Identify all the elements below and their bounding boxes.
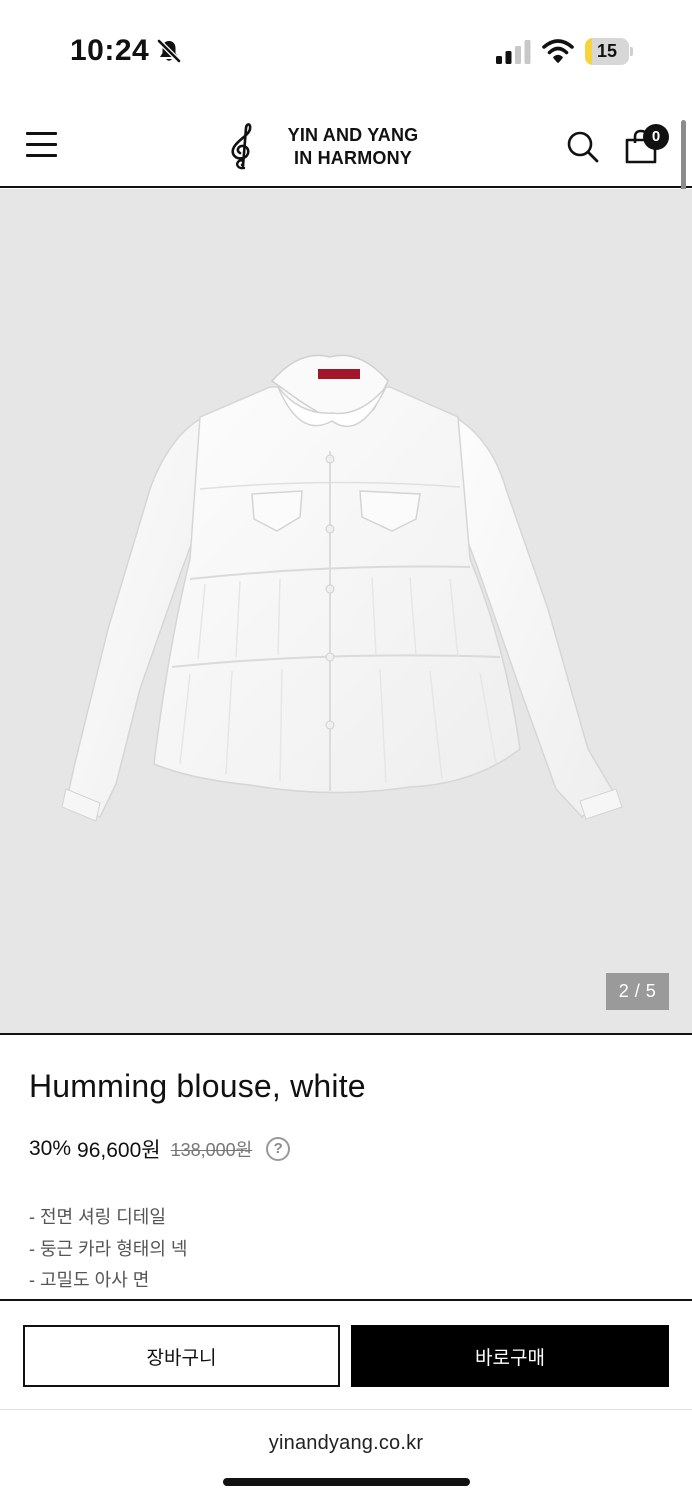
product-title: Humming blouse, white <box>29 1068 366 1104</box>
image-counter: 2 / 5 <box>606 973 669 1010</box>
divider <box>0 1033 692 1035</box>
browser-address-bar[interactable]: yinandyang.co.kr <box>0 1409 692 1500</box>
question-circle-icon[interactable]: ? <box>266 1137 291 1161</box>
feature-item: - 둥근 카라 형태의 넥 <box>29 1238 188 1259</box>
brand-name: YIN AND YANG IN HARMONY <box>278 124 428 170</box>
feature-item: - 전면 셔링 디테일 <box>29 1207 166 1227</box>
cart-count-badge[interactable]: 0 <box>643 124 669 150</box>
sale-price: 96,600원 <box>77 1139 161 1162</box>
home-indicator[interactable] <box>223 1478 470 1486</box>
discount-rate: 30% <box>29 1137 72 1160</box>
url-text[interactable]: yinandyang.co.kr <box>0 1432 692 1455</box>
signal-icon <box>496 40 531 64</box>
original-price: 138,000원 <box>170 1140 253 1160</box>
add-to-cart-button[interactable]: 장바구니 <box>23 1325 340 1387</box>
wifi-icon <box>542 39 574 63</box>
status-time: 10:24 <box>70 34 150 67</box>
product-image-gallery[interactable]: 2 / 5 <box>0 189 692 1033</box>
battery-icon: 15 <box>585 38 633 65</box>
feature-list: - 전면 셔링 디테일 - 둥근 카라 형태의 넥 - 고밀도 아사 면 <box>29 1202 187 1297</box>
treble-clef-icon <box>231 123 252 170</box>
feature-item: - 고밀도 아사 면 <box>29 1270 150 1290</box>
price-row: 30% 96,600원 138,000원 ? <box>29 1134 291 1164</box>
brand-line-1: YIN AND YANG <box>287 125 419 145</box>
bell-slash-icon <box>157 39 181 63</box>
product-photo-blouse <box>61 354 623 822</box>
battery-level: 15 <box>596 41 618 61</box>
site-header: YIN AND YANG IN HARMONY <box>0 100 692 188</box>
status-bar: 10:24 15 <box>0 0 692 100</box>
purchase-action-bar: 장바구니 바로구매 <box>0 1299 692 1409</box>
brand-logo[interactable]: YIN AND YANG IN HARMONY <box>222 120 432 172</box>
menu-icon[interactable] <box>26 132 58 158</box>
brand-line-2: IN HARMONY <box>294 148 412 168</box>
search-icon[interactable] <box>566 130 600 164</box>
buy-now-button[interactable]: 바로구매 <box>351 1325 669 1387</box>
